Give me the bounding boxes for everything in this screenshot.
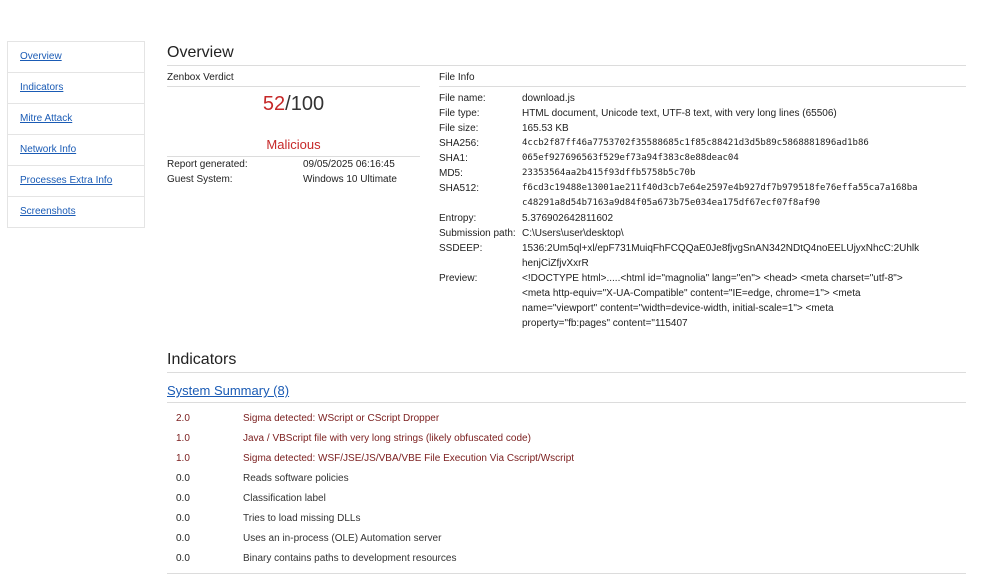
indicator-score: 0.0 (176, 553, 190, 564)
indicator-score: 1.0 (176, 453, 190, 464)
indicators-title: Indicators (167, 351, 966, 373)
verdict-label: Zenbox Verdict (167, 70, 420, 87)
main-content: Overview Zenbox Verdict 52/100 Malicious… (167, 44, 966, 574)
overview-title: Overview (167, 44, 966, 66)
file-info-value: download.js (522, 93, 575, 104)
overview-section: Zenbox Verdict 52/100 Malicious Report g… (167, 66, 966, 351)
indicator-score: 1.0 (176, 433, 190, 444)
score-value: 52 (262, 93, 286, 115)
verdict-score: 52/100 (167, 93, 420, 116)
sidebar-link-indicators[interactable]: Indicators (20, 82, 63, 93)
sidebar-link-screenshots[interactable]: Screenshots (20, 206, 76, 217)
sidebar-item-network-info: Network Info (8, 135, 144, 166)
guest-system-value: Windows 10 Ultimate (303, 174, 397, 185)
system-summary-link[interactable]: System Summary (8) (167, 383, 966, 403)
sidebar-link-overview[interactable]: Overview (20, 51, 62, 62)
entropy-row: Entropy: 5.376902642811602 (439, 211, 966, 226)
file-info-key: SHA1: (439, 153, 468, 164)
file-info-key: SSDEEP: (439, 243, 483, 254)
indicator-score: 2.0 (176, 413, 190, 424)
indicators-bottom-divider (167, 573, 966, 574)
file-info-key: Submission path: (439, 228, 516, 239)
indicator-desc: Binary contains paths to development res… (243, 553, 457, 564)
guest-system-label: Guest System: (167, 174, 233, 185)
verdict-panel: Zenbox Verdict 52/100 Malicious Report g… (167, 70, 420, 187)
indicator-row: 0.0 Uses an in-process (OLE) Automation s… (167, 529, 966, 549)
file-info-key: SHA256: (439, 138, 480, 149)
file-info-key: File name: (439, 93, 486, 104)
indicator-desc: Java / VBScript file with very long stri… (243, 433, 531, 444)
file-info-value: 23353564aa2b415f93dffb5758b5c70b (522, 168, 696, 178)
indicator-list: 2.0 Sigma detected: WScript or CScript Dr… (167, 409, 966, 569)
file-info-value: C:\Users\user\desktop\ (522, 228, 624, 239)
file-size-row: File size: 165.53 KB (439, 121, 966, 136)
file-info-label: File Info (439, 70, 966, 87)
indicator-row: 1.0 Sigma detected: WSF/JSE/JS/VBA/VBE Fi… (167, 449, 966, 469)
file-name-row: File name: download.js (439, 91, 966, 106)
indicator-row: 0.0 Reads software policies (167, 469, 966, 489)
sidebar-link-processes-extra-info[interactable]: Processes Extra Info (20, 175, 112, 186)
file-info-value: 1536:2Um5ql+xl/epF731MuiqFhFCQQaE0Je8fjv… (522, 243, 920, 269)
file-info-key: Preview: (439, 273, 478, 284)
file-info-key: MD5: (439, 168, 463, 179)
sha1-row: SHA1: 065ef927696563f529ef73a94f383c8e88d… (439, 151, 966, 166)
file-info-key: Entropy: (439, 213, 477, 224)
sidebar-item-overview: Overview (8, 42, 144, 73)
indicator-row: 0.0 Tries to load missing DLLs (167, 509, 966, 529)
file-type-row: File type: HTML document, Unicode text, U… (439, 106, 966, 121)
file-info-key: File type: (439, 108, 480, 119)
file-info-value: 4ccb2f87ff46a7753702f35588685c1f85c88421… (522, 138, 869, 148)
sidebar-item-screenshots: Screenshots (8, 197, 144, 227)
guest-system-row: Guest System: Windows 10 Ultimate (167, 172, 420, 187)
sha512-row: SHA512: f6cd3c19488e13001ae211f40d3cb7e64… (439, 181, 966, 211)
indicator-row: 0.0 Classification label (167, 489, 966, 509)
file-info-value: f6cd3c19488e13001ae211f40d3cb7e64e2597e4… (522, 183, 918, 208)
sidebar-item-mitre-attack: Mitre Attack (8, 104, 144, 135)
indicator-desc: Sigma detected: WSF/JSE/JS/VBA/VBE File … (243, 453, 575, 464)
score-max: /100 (285, 93, 325, 115)
file-info-value: <!DOCTYPE html>.....<html id="magnolia" … (522, 273, 903, 329)
verdict-result: Malicious (167, 137, 420, 157)
indicator-score: 0.0 (176, 533, 190, 544)
report-generated-row: Report generated: 09/05/2025 06:16:45 (167, 157, 420, 172)
file-info-panel: File Info File name: download.js File typ… (439, 70, 966, 331)
sidebar-link-network-info[interactable]: Network Info (20, 144, 76, 155)
report-generated-value: 09/05/2025 06:16:45 (303, 159, 395, 170)
report-generated-label: Report generated: (167, 159, 248, 170)
sidebar-item-indicators: Indicators (8, 73, 144, 104)
indicator-score: 0.0 (176, 513, 190, 524)
preview-row: Preview: <!DOCTYPE html>.....<html id="ma… (439, 271, 966, 331)
sha256-row: SHA256: 4ccb2f87ff46a7753702f35588685c1f8… (439, 136, 966, 151)
sidebar-nav: Overview Indicators Mitre Attack Network… (7, 41, 145, 228)
sidebar-link-mitre-attack[interactable]: Mitre Attack (20, 113, 72, 124)
ssdeep-row: SSDEEP: 1536:2Um5ql+xl/epF731MuiqFhFCQQaE… (439, 241, 966, 271)
indicator-row: 2.0 Sigma detected: WScript or CScript Dr… (167, 409, 966, 429)
indicator-score: 0.0 (176, 493, 190, 504)
file-info-value: 5.376902642811602 (522, 213, 614, 224)
indicator-row: 0.0 Binary contains paths to development … (167, 549, 966, 569)
indicators-section: Indicators System Summary (8) 2.0 Sigma d… (167, 351, 966, 574)
file-info-value: 065ef927696563f529ef73a94f383c8e88deac04 (522, 153, 739, 163)
indicator-desc: Tries to load missing DLLs (243, 513, 361, 524)
indicator-desc: Sigma detected: WScript or CScript Dropp… (243, 413, 440, 424)
submission-path-row: Submission path: C:\Users\user\desktop\ (439, 226, 966, 241)
indicator-row: 1.0 Java / VBScript file with very long s… (167, 429, 966, 449)
indicator-score: 0.0 (176, 473, 190, 484)
indicator-desc: Reads software policies (243, 473, 349, 484)
file-info-value: 165.53 KB (522, 123, 569, 134)
indicator-desc: Uses an in-process (OLE) Automation serv… (243, 533, 442, 544)
file-info-key: File size: (439, 123, 479, 134)
file-info-value: HTML document, Unicode text, UTF-8 text,… (522, 108, 837, 119)
indicator-desc: Classification label (243, 493, 326, 504)
sidebar-item-processes-extra-info: Processes Extra Info (8, 166, 144, 197)
md5-row: MD5: 23353564aa2b415f93dffb5758b5c70b (439, 166, 966, 181)
file-info-key: SHA512: (439, 183, 480, 194)
